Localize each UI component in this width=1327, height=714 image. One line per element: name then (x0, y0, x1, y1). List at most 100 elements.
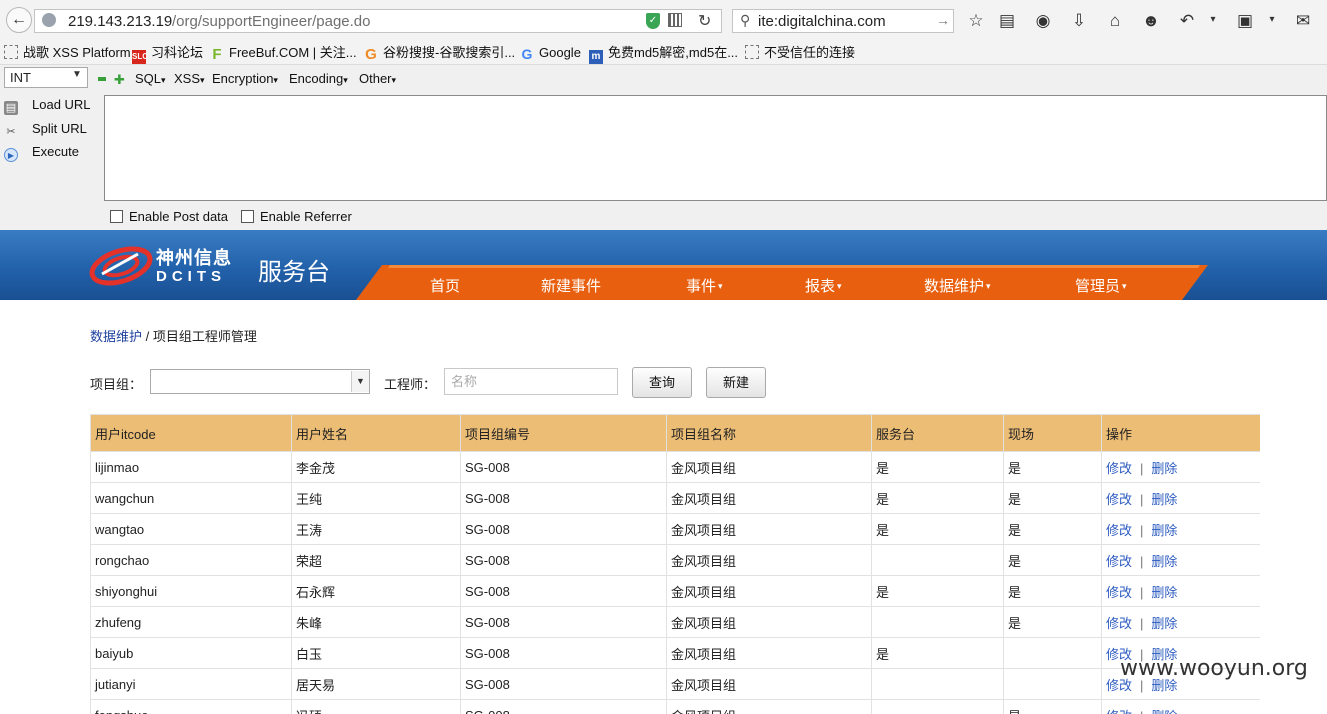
delete-link[interactable]: 删除 (1151, 585, 1177, 600)
crop-icon[interactable]: ▣ (1235, 11, 1255, 31)
star-icon[interactable]: ☆ (966, 11, 986, 31)
reading-list-icon[interactable]: ▤ (997, 11, 1017, 31)
action-separator: | (1140, 616, 1143, 631)
nav-home[interactable]: 首页 (430, 275, 460, 296)
hackbar-menu-encoding[interactable]: Encoding▾ (289, 71, 348, 86)
hackbar-menu-encryption[interactable]: Encryption▾ (212, 71, 278, 86)
edit-link[interactable]: 修改 (1106, 709, 1132, 714)
delete-link[interactable]: 删除 (1151, 554, 1177, 569)
checkbox-icon[interactable] (110, 210, 123, 223)
delete-link[interactable]: 删除 (1151, 523, 1177, 538)
edit-link[interactable]: 修改 (1106, 554, 1132, 569)
download-icon[interactable]: ⇩ (1069, 11, 1089, 31)
table-cell: jutianyi (91, 669, 292, 700)
table-cell: 王纯 (292, 483, 461, 514)
edit-link[interactable]: 修改 (1106, 492, 1132, 507)
hackbar-url-textarea[interactable] (104, 95, 1327, 201)
table-cell: SG-008 (461, 607, 667, 638)
reload-icon[interactable]: ↻ (698, 11, 711, 31)
bookmark-untrusted[interactable]: 不受信任的连接 (745, 44, 855, 62)
slc-icon: SLC (132, 50, 146, 64)
delete-link[interactable]: 删除 (1151, 709, 1177, 714)
table-cell: SG-008 (461, 669, 667, 700)
project-group-select[interactable] (150, 369, 370, 394)
nav-events[interactable]: 事件▾ (686, 275, 723, 296)
bookmark-md5[interactable]: m免费md5解密,md5在... (589, 44, 738, 62)
delete-link[interactable]: 删除 (1151, 461, 1177, 476)
hackbar-menu-sql[interactable]: SQL▾ (135, 71, 166, 86)
plus-icon[interactable]: ✚ (114, 72, 125, 88)
enable-referrer-checkbox[interactable]: Enable Referrer (241, 209, 352, 224)
table-cell: baiyub (91, 638, 292, 669)
chevron-down-icon[interactable]: ▼ (351, 371, 369, 392)
action-separator: | (1140, 554, 1143, 569)
table-cell: 朱峰 (292, 607, 461, 638)
chat-icon[interactable]: ✉ (1293, 11, 1313, 31)
new-button[interactable]: 新建 (706, 367, 766, 398)
nav-new-event[interactable]: 新建事件 (541, 275, 601, 296)
dashed-page-icon (745, 45, 759, 59)
actions-cell: 修改 | 删除 (1102, 607, 1261, 638)
query-button[interactable]: 查询 (632, 367, 692, 398)
undo-dropdown-icon[interactable]: ▾ (1203, 14, 1223, 25)
load-url-icon: ▤ (4, 101, 18, 115)
edit-link[interactable]: 修改 (1106, 523, 1132, 538)
edit-link[interactable]: 修改 (1106, 616, 1132, 631)
nav-reports[interactable]: 报表▾ (805, 275, 842, 296)
breadcrumb-link[interactable]: 数据维护 (90, 329, 142, 344)
smiley-icon[interactable]: ☻ (1141, 11, 1161, 31)
actions-cell: 修改|删除 (1102, 483, 1261, 514)
edit-link[interactable]: 修改 (1106, 461, 1132, 476)
bookmark-freebuf[interactable]: FFreeBuf.COM | 关注... (210, 44, 357, 62)
table-cell: wangtao (91, 514, 292, 545)
hackbar-load-url[interactable]: ▤Load URL (4, 97, 91, 115)
bookmark-xss-platform[interactable]: 战歌 XSS Platform (4, 44, 131, 62)
table-row: baiyub白玉SG-008金风项目组是修改|删除 (91, 638, 1261, 669)
qr-code-icon[interactable] (668, 13, 682, 27)
bookmark-google[interactable]: GGoogle (520, 44, 581, 62)
enable-post-checkbox[interactable]: Enable Post data (110, 209, 228, 224)
nav-data-maintenance[interactable]: 数据维护▾ (924, 275, 991, 296)
table-cell: 白玉 (292, 638, 461, 669)
caret-down-icon: ▾ (718, 281, 723, 291)
checkbox-icon[interactable] (241, 210, 254, 223)
home-icon[interactable]: ⌂ (1105, 11, 1125, 31)
nav-admin[interactable]: 管理员▾ (1075, 275, 1127, 296)
minus-icon[interactable] (98, 77, 106, 81)
search-icon: ⚲ (740, 12, 750, 29)
table-cell: 石永辉 (292, 576, 461, 607)
table-header-row: 用户itcode 用户姓名 项目组编号 项目组名称 服务台 现场 操作 (91, 415, 1261, 452)
hackbar-menu-xss[interactable]: XSS▾ (174, 71, 205, 86)
table-cell: zhufeng (91, 607, 292, 638)
back-arrow-icon[interactable]: ← (6, 7, 32, 33)
actions-cell: 修改 | 删除 (1102, 545, 1261, 576)
table-row: wangtao王涛SG-008金风项目组是是修改|删除 (91, 514, 1261, 545)
watermark: www.wooyun.org (1120, 656, 1308, 681)
engineer-input[interactable] (444, 368, 618, 395)
table-cell: fengshuo (91, 700, 292, 714)
table-cell: 是 (1004, 514, 1102, 545)
delete-link[interactable]: 删除 (1151, 616, 1177, 631)
hackbar-execute[interactable]: ▶Execute (4, 144, 79, 162)
bookmark-gfsoso[interactable]: G谷粉搜搜-谷歌搜索引... (364, 44, 515, 62)
table-cell: 冯硕 (292, 700, 461, 714)
undo-icon[interactable]: ↶ (1177, 11, 1197, 31)
table-cell: SG-008 (461, 576, 667, 607)
table-cell: 金风项目组 (667, 638, 872, 669)
scissors-icon: ✂ (4, 125, 18, 139)
header-username: 用户姓名 (292, 415, 461, 452)
crop-dropdown-icon[interactable]: ▾ (1262, 14, 1282, 25)
search-input[interactable]: ite:digitalchina.com (758, 13, 886, 30)
pocket-icon[interactable]: ◉ (1033, 11, 1053, 31)
delete-link[interactable]: 删除 (1151, 492, 1177, 507)
bookmark-slc[interactable]: SLC习科论坛 (132, 44, 203, 62)
hackbar-split-url[interactable]: ✂Split URL (4, 121, 87, 139)
table-cell: lijinmao (91, 452, 292, 483)
table-row: zhufeng朱峰SG-008金风项目组是修改|删除 (91, 607, 1261, 638)
table-cell: SG-008 (461, 483, 667, 514)
shield-icon[interactable]: ✓ (646, 13, 660, 29)
search-go-arrow-icon[interactable]: → (936, 12, 950, 28)
chevron-down-icon[interactable]: ▼ (72, 69, 82, 80)
hackbar-menu-other[interactable]: Other▾ (359, 71, 396, 86)
edit-link[interactable]: 修改 (1106, 585, 1132, 600)
